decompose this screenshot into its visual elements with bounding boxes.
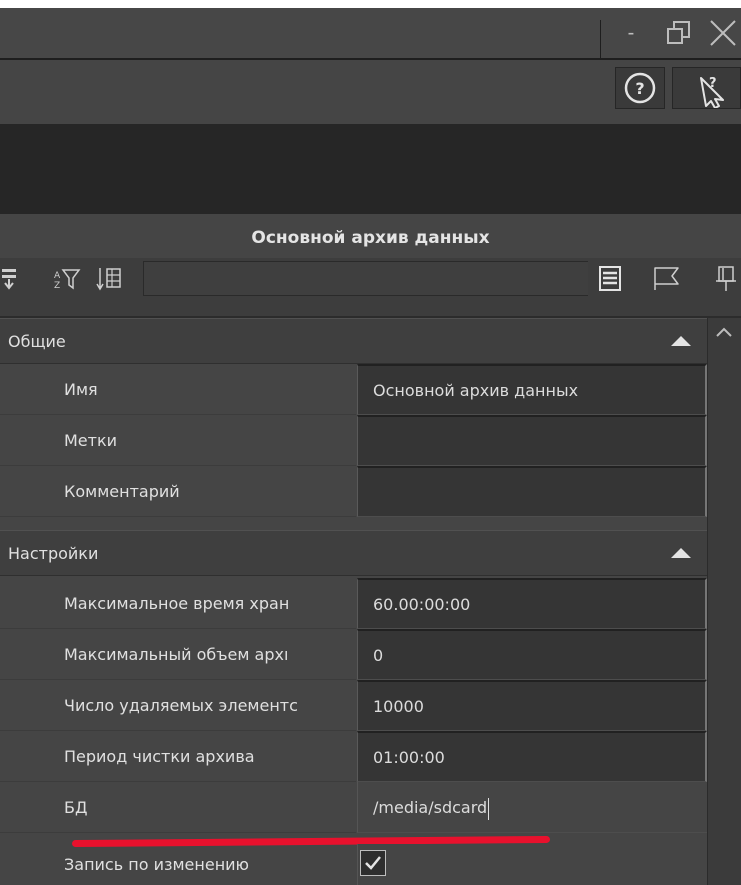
- property-row-tags: Метки: [0, 415, 707, 466]
- property-row-write-on-change: Запись по изменению: [0, 844, 707, 885]
- pin-icon: [716, 266, 736, 291]
- sort-icon: [96, 268, 121, 291]
- property-name-cell: Комментарий: [0, 466, 356, 517]
- context-help-pointer-button[interactable]: ?: [672, 67, 741, 109]
- title-bar-separator: [600, 20, 601, 58]
- property-name-cell: БД: [0, 782, 356, 833]
- property-name: Метки: [64, 431, 118, 450]
- category-label: Настройки: [8, 544, 99, 563]
- scroll-up-button[interactable]: [712, 322, 736, 344]
- comment-field[interactable]: [357, 466, 707, 517]
- property-row-comment: Комментарий: [0, 466, 707, 517]
- properties-panel: - ? ? Основной архив данных A Z Общие Им…: [0, 8, 741, 885]
- expand-rows-button[interactable]: [0, 262, 22, 294]
- property-name-cell: Максимальный объем архı: [0, 629, 356, 680]
- restore-icon: [667, 21, 690, 44]
- chevron-up-icon: [716, 327, 732, 337]
- property-name-cell: Число удаляемых элементс: [0, 680, 356, 731]
- property-name-cell: Запись по изменению: [0, 844, 356, 885]
- property-row-name: Имя: [0, 364, 707, 415]
- max-storage-time-field[interactable]: [357, 578, 707, 629]
- property-name: Запись по изменению: [64, 855, 250, 874]
- tags-field[interactable]: [357, 415, 707, 466]
- close-icon: [710, 20, 736, 46]
- property-row-database: БД /media/sdcard: [0, 782, 707, 833]
- flag-button[interactable]: [650, 262, 686, 294]
- property-search-input[interactable]: [143, 261, 588, 296]
- category-general[interactable]: Общие: [0, 318, 707, 364]
- cleanup-period-field[interactable]: [357, 731, 707, 782]
- property-toolbar: A Z: [0, 258, 741, 316]
- flag-icon: [654, 267, 679, 290]
- svg-text:A: A: [54, 271, 61, 281]
- svg-text:Z: Z: [54, 281, 60, 291]
- minimize-button[interactable]: -: [622, 18, 640, 48]
- help-circle-icon: ?: [624, 72, 656, 104]
- close-button[interactable]: [706, 18, 740, 48]
- header-area: [0, 124, 741, 214]
- property-name: Имя: [64, 380, 98, 399]
- category-label: Общие: [8, 332, 66, 351]
- svg-text:?: ?: [709, 76, 717, 91]
- text-caret: [488, 797, 490, 820]
- property-name-cell: Метки: [0, 415, 356, 466]
- restore-button[interactable]: [664, 18, 694, 48]
- context-help-pointer-icon: ?: [700, 76, 724, 109]
- property-row-deleted-count: Число удаляемых элементс: [0, 680, 707, 731]
- property-name: Комментарий: [64, 482, 180, 501]
- property-row-max-archive-size: Максимальный объем архı: [0, 629, 707, 680]
- max-archive-size-field[interactable]: [357, 629, 707, 680]
- category-settings[interactable]: Настройки: [0, 530, 707, 576]
- checkmark-icon: [365, 856, 381, 870]
- deleted-count-field[interactable]: [357, 680, 707, 731]
- list-view-button[interactable]: [596, 262, 626, 294]
- database-path: /media/sdcard: [373, 798, 488, 817]
- property-name: БД: [64, 798, 88, 817]
- database-field[interactable]: /media/sdcard: [357, 782, 707, 833]
- property-row-max-storage-time: Максимальное время хран: [0, 578, 707, 629]
- window-title-bar: -: [0, 8, 741, 58]
- property-name: Число удаляемых элементс: [64, 696, 298, 715]
- pin-button[interactable]: [712, 262, 740, 294]
- expand-rows-icon: [2, 269, 16, 290]
- name-field[interactable]: [357, 364, 707, 415]
- write-on-change-cell: [357, 844, 707, 885]
- property-name-cell: Период чистки архива: [0, 731, 356, 782]
- property-name: Максимальное время хран: [64, 594, 290, 613]
- panel-title: Основной архив данных: [251, 228, 490, 248]
- help-button[interactable]: ?: [615, 67, 665, 109]
- minimize-label: -: [627, 22, 635, 44]
- collapse-arrow-icon: [671, 548, 691, 558]
- sort-filter-button[interactable]: A Z: [52, 262, 82, 294]
- property-name: Период чистки архива: [64, 747, 255, 766]
- write-on-change-checkbox[interactable]: [360, 850, 386, 876]
- help-bar: ? ?: [0, 60, 741, 124]
- sort-filter-icon: A Z: [54, 269, 81, 291]
- panel-title-bar: Основной архив данных: [0, 214, 741, 258]
- sort-button[interactable]: [95, 262, 125, 294]
- collapse-arrow-icon: [671, 336, 691, 346]
- property-row-cleanup-period: Период чистки архива: [0, 731, 707, 782]
- property-name-cell: Имя: [0, 364, 356, 415]
- list-view-icon: [599, 266, 621, 291]
- property-name-cell: Максимальное время хран: [0, 578, 356, 629]
- vertical-scrollbar[interactable]: [707, 318, 741, 885]
- property-name: Максимальный объем архı: [64, 645, 289, 664]
- help-glyph: ?: [635, 79, 644, 98]
